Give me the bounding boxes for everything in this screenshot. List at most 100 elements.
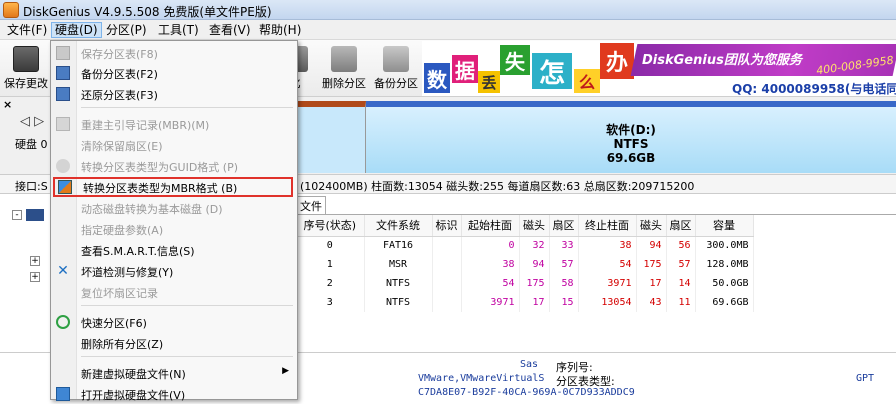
convert-mbr-icon <box>58 180 72 194</box>
menu-separator <box>81 107 293 108</box>
save-button-label: 保存更改 <box>4 77 48 90</box>
save-icon <box>13 46 39 72</box>
delete-partition-button[interactable]: 删除分区 <box>320 42 368 94</box>
ad-char-6: 么 <box>574 69 600 93</box>
menu-partition[interactable]: 分区(P) <box>103 22 150 38</box>
menu-item-reset-bad-sectors[interactable]: 复位坏扇区记录 <box>51 282 297 302</box>
cell-id <box>432 236 462 255</box>
partition-table: 序号(状态) 文件系统 标识 起始柱面 磁头 扇区 终止柱面 磁头 扇区 容量 … <box>296 214 896 352</box>
repair-tools-icon: ✕ <box>57 263 69 279</box>
cell-end-sector: 56 <box>666 236 696 255</box>
cell-index: 1 <box>296 255 365 274</box>
partition-table-type-label: 分区表类型: <box>556 375 615 388</box>
partition-size: 69.6GB <box>606 151 656 165</box>
restore-table-icon <box>56 87 70 101</box>
cell-capacity: 300.0MB <box>695 236 754 255</box>
menu-item-rebuild-mbr[interactable]: 重建主引导记录(MBR)(M) <box>51 114 297 134</box>
cell-end-cyl: 38 <box>578 236 637 255</box>
disk-model: VMware,VMwareVirtualS <box>418 373 545 384</box>
save-table-icon <box>56 46 70 60</box>
close-panel-icon[interactable]: × <box>3 98 12 111</box>
table-row[interactable]: 0 FAT16 0 32 33 38 94 56 300.0MB <box>296 236 754 255</box>
menu-item-open-virtual-disk[interactable]: 打开虚拟硬盘文件(V) <box>51 384 297 404</box>
menu-item-backup-partition-table[interactable]: 备份分区表(F2) <box>51 63 297 83</box>
menu-disk[interactable]: 硬盘(D) <box>51 22 102 38</box>
col-header: 标识 <box>432 215 462 237</box>
cell-end-cyl: 13054 <box>578 293 637 312</box>
col-header: 磁头 <box>636 215 667 237</box>
cell-filesystem: NTFS <box>364 274 433 293</box>
open-vdisk-icon <box>56 387 70 401</box>
partition-block-d[interactable]: 软件(D:) NTFS 69.6GB <box>366 101 896 173</box>
menu-item-label: 新建虚拟硬盘文件(N) <box>81 368 186 381</box>
menu-item-smart-info[interactable]: 查看S.M.A.R.T.信息(S) <box>51 240 297 260</box>
partition-table-type-value: GPT <box>856 373 875 384</box>
menu-item-restore-partition-table[interactable]: 还原分区表(F3) <box>51 84 297 104</box>
cell-end-head: 94 <box>636 236 667 255</box>
menu-item-delete-all-partitions[interactable]: 删除所有分区(Z) <box>51 333 297 353</box>
ad-brand-text: DiskGenius团队为您服务 <box>642 53 802 68</box>
menu-separator <box>81 305 293 306</box>
menu-item-new-virtual-disk[interactable]: 新建虚拟硬盘文件(N) ▶ <box>51 363 297 383</box>
menu-item-label: 查看S.M.A.R.T.信息(S) <box>81 245 195 258</box>
menu-tools[interactable]: 工具(T) <box>155 22 202 38</box>
harddisk-icon <box>26 209 44 221</box>
cell-end-sector: 57 <box>666 255 696 274</box>
col-header: 扇区 <box>666 215 696 237</box>
backup-partition-button[interactable]: 备份分区 <box>372 42 420 94</box>
menu-item-label: 还原分区表(F3) <box>81 89 158 102</box>
menu-item-label: 转换分区表类型为MBR格式 (B) <box>83 182 238 195</box>
menu-item-disk-parameters[interactable]: 指定硬盘参数(A) <box>51 219 297 239</box>
table-row[interactable]: 3 NTFS 3971 17 15 13054 43 11 69.6GB <box>296 293 754 312</box>
tree-expand-icon[interactable]: + <box>30 272 40 282</box>
title-bar: DiskGenius V4.9.5.508 免费版(单文件PE版) <box>0 0 896 20</box>
ad-char-3: 丢 <box>478 71 500 93</box>
disk-geometry-summary: (102400MB) 柱面数:13054 磁头数:255 每道扇区数:63 总扇… <box>300 180 695 193</box>
save-button[interactable]: 保存更改 <box>2 42 50 94</box>
convert-guid-icon <box>56 159 70 173</box>
ad-char-2: 据 <box>452 55 478 83</box>
partition-block-msr[interactable] <box>296 101 366 173</box>
menu-bar: 文件(F) 硬盘(D) 分区(P) 工具(T) 查看(V) 帮助(H) <box>0 20 896 40</box>
menu-view[interactable]: 查看(V) <box>206 22 254 38</box>
cell-capacity: 69.6GB <box>695 293 754 312</box>
tree-expand-icon[interactable]: + <box>30 256 40 266</box>
cell-start-head: 17 <box>519 293 550 312</box>
cell-start-cyl: 38 <box>461 255 520 274</box>
cell-start-head: 175 <box>519 274 550 293</box>
menu-item-label: 清除保留扇区(E) <box>81 140 163 153</box>
cell-index: 0 <box>296 236 365 255</box>
tree-collapse-icon[interactable]: - <box>12 210 22 220</box>
menu-item-label: 坏道检测与修复(Y) <box>81 266 174 279</box>
cell-start-cyl: 0 <box>461 236 520 255</box>
tab-files[interactable]: 文件 <box>296 196 326 215</box>
ad-char-4: 失 <box>500 45 530 75</box>
submenu-arrow-icon: ▶ <box>282 366 289 376</box>
menu-item-quick-partition[interactable]: 快速分区(F6) <box>51 312 297 332</box>
menu-item-bad-sector-repair[interactable]: ✕ 坏道检测与修复(Y) <box>51 261 297 281</box>
menu-item-dynamic-to-basic[interactable]: 动态磁盘转换为基本磁盘 (D) <box>51 198 297 218</box>
table-row[interactable]: 2 NTFS 54 175 58 3971 17 14 50.0GB <box>296 274 754 293</box>
cell-start-head: 94 <box>519 255 550 274</box>
menu-item-convert-to-mbr[interactable]: 转换分区表类型为MBR格式 (B) <box>53 177 293 197</box>
menu-file[interactable]: 文件(F) <box>4 22 50 38</box>
cell-capacity: 50.0GB <box>695 274 754 293</box>
col-header: 容量 <box>695 215 754 237</box>
menu-item-label: 动态磁盘转换为基本磁盘 (D) <box>81 203 223 216</box>
cell-end-cyl: 54 <box>578 255 637 274</box>
menu-item-label: 删除所有分区(Z) <box>81 338 164 351</box>
table-header-row: 序号(状态) 文件系统 标识 起始柱面 磁头 扇区 终止柱面 磁头 扇区 容量 <box>296 215 754 237</box>
ad-banner[interactable]: 数 据 丢 失 怎 么 办 DiskGenius团队为您服务 400-008-9… <box>422 41 896 96</box>
cell-filesystem: NTFS <box>364 293 433 312</box>
menu-item-convert-to-guid[interactable]: 转换分区表类型为GUID格式 (P) <box>51 156 297 176</box>
menu-item-clear-reserved-sectors[interactable]: 清除保留扇区(E) <box>51 135 297 155</box>
menu-help[interactable]: 帮助(H) <box>256 22 304 38</box>
table-row[interactable]: 1 MSR 38 94 57 54 175 57 128.0MB <box>296 255 754 274</box>
col-header: 起始柱面 <box>461 215 520 237</box>
cell-start-cyl: 3971 <box>461 293 520 312</box>
quick-partition-icon <box>56 315 70 329</box>
cell-start-sector: 57 <box>549 255 579 274</box>
cell-id <box>432 293 462 312</box>
menu-item-save-partition-table[interactable]: 保存分区表(F8) <box>51 43 297 63</box>
disk-nav-arrows-icon[interactable]: ◁ ▷ <box>20 114 44 129</box>
